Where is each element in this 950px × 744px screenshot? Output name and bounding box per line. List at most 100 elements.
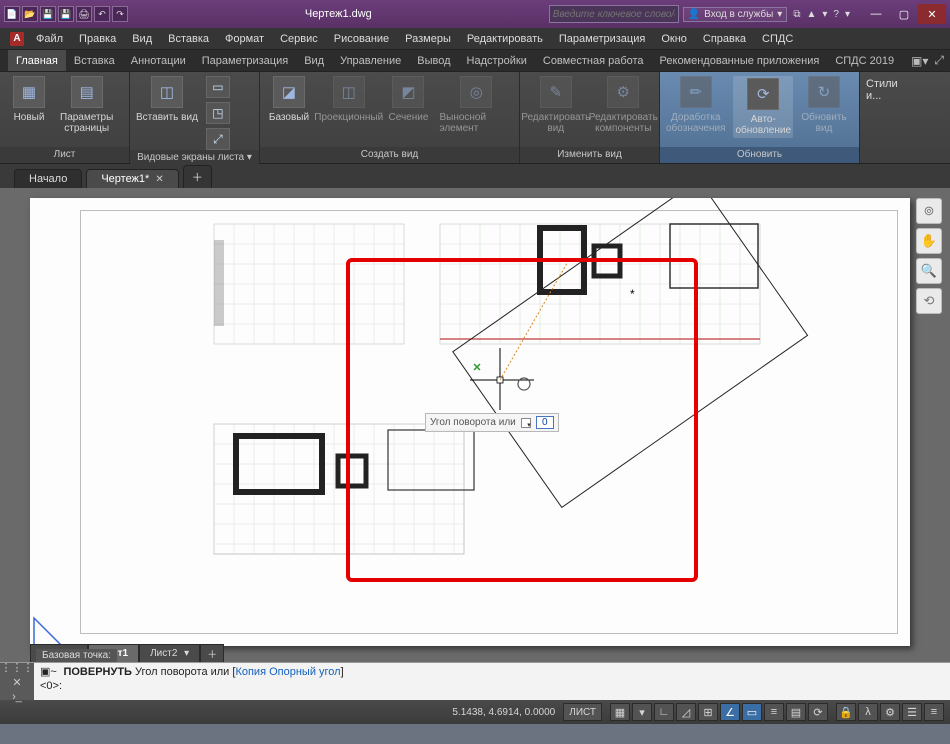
annoscale-icon[interactable]: λ bbox=[858, 703, 878, 721]
vp-tool-icon[interactable]: ⤢ bbox=[206, 128, 230, 150]
menu-insert[interactable]: Вставка bbox=[160, 28, 217, 49]
menu-view[interactable]: Вид bbox=[124, 28, 160, 49]
polar-toggle-icon[interactable]: ◿ bbox=[676, 703, 696, 721]
auto-update-button[interactable]: ⟳Авто- обновление bbox=[733, 76, 793, 138]
detail-view-button[interactable]: ◎Выносной элемент bbox=[439, 76, 513, 134]
cmd-option-reference[interactable]: Опорный угол bbox=[269, 666, 341, 678]
nav-orbit-icon[interactable]: ⟲ bbox=[916, 288, 942, 314]
command-line[interactable]: Базовая точка: ⋮⋮⋮✕›_ ▣~ ПОВЕРНУТЬ Угол … bbox=[0, 662, 950, 700]
close-button[interactable]: ✕ bbox=[918, 4, 946, 24]
ribbon-tab[interactable]: Рекомендованные приложения bbox=[652, 50, 828, 71]
help-icon[interactable]: ? bbox=[833, 9, 839, 20]
panel-title: Обновить bbox=[660, 147, 859, 163]
ribbon-tab[interactable]: Надстройки bbox=[459, 50, 535, 71]
new-layout-button[interactable]: ▦Новый bbox=[6, 76, 52, 123]
ribbon-tab[interactable]: Совместная работа bbox=[535, 50, 652, 71]
ribbon-tab[interactable]: Вывод bbox=[409, 50, 458, 71]
menu-spds[interactable]: СПДС bbox=[754, 28, 801, 49]
close-icon[interactable]: ✕ bbox=[12, 676, 21, 689]
sign-in-button[interactable]: 👤 Вход в службы ▾ bbox=[683, 7, 788, 22]
ws-switch-icon[interactable]: ⚙ bbox=[880, 703, 900, 721]
snap-toggle-icon[interactable]: ▾ bbox=[632, 703, 652, 721]
vp-tool-icon[interactable]: ▭ bbox=[206, 76, 230, 98]
ribbon-tab[interactable]: Аннотации bbox=[123, 50, 194, 71]
page-setup-button[interactable]: ▤Параметры страницы bbox=[60, 76, 113, 134]
dyn-input-toggle-icon[interactable]: ▭ bbox=[742, 703, 762, 721]
nav-zoom-icon[interactable]: 🔍 bbox=[916, 258, 942, 284]
qat-undo-icon[interactable]: ↶ bbox=[94, 6, 110, 22]
menu-dimension[interactable]: Размеры bbox=[397, 28, 459, 49]
doc-tab-drawing[interactable]: Чертеж1*✕ bbox=[86, 169, 178, 188]
exchange-icon[interactable]: ⧉ bbox=[793, 9, 800, 20]
ribbon-tab[interactable]: Главная bbox=[8, 50, 66, 71]
scale-icon[interactable]: 🔒 bbox=[836, 703, 856, 721]
qat-plot-icon[interactable]: 🖨 bbox=[76, 6, 92, 22]
menu-file[interactable]: Файл bbox=[28, 28, 71, 49]
chevron-down-icon[interactable]: ▾ bbox=[822, 9, 827, 20]
menu-help[interactable]: Справка bbox=[695, 28, 754, 49]
command-content[interactable]: ▣~ ПОВЕРНУТЬ Угол поворота или [Копия Оп… bbox=[34, 663, 950, 700]
menu-tools[interactable]: Сервис bbox=[272, 28, 326, 49]
ribbon-tab[interactable]: Вставка bbox=[66, 50, 123, 71]
layout-tab-sheet2[interactable]: Лист2 ▾ bbox=[139, 644, 200, 662]
minimize-button[interactable]: — bbox=[862, 4, 890, 24]
section-view-button[interactable]: ◩Сечение bbox=[385, 76, 431, 123]
qat-redo-icon[interactable]: ↷ bbox=[112, 6, 128, 22]
edit-view-button[interactable]: ✎Редактировать вид bbox=[526, 76, 586, 134]
autodesk-icon[interactable]: ▲ bbox=[806, 9, 816, 20]
space-toggle[interactable]: ЛИСТ bbox=[563, 703, 602, 721]
ribbon-tab[interactable]: Параметризация bbox=[194, 50, 296, 71]
command-handle[interactable]: ⋮⋮⋮✕›_ bbox=[0, 663, 34, 700]
qat-open-icon[interactable]: 📂 bbox=[22, 6, 38, 22]
cycle-toggle-icon[interactable]: ⟳ bbox=[808, 703, 828, 721]
app-icon[interactable]: A bbox=[6, 28, 28, 49]
projected-view-button[interactable]: ◫Проекционный bbox=[320, 76, 377, 123]
insert-view-button[interactable]: ◫Вставить вид bbox=[136, 76, 198, 123]
osnap-toggle-icon[interactable]: ⊞ bbox=[698, 703, 718, 721]
nav-pan-icon[interactable]: ✋ bbox=[916, 228, 942, 254]
dynamic-input[interactable]: Угол поворота или 0 bbox=[425, 413, 559, 432]
ortho-toggle-icon[interactable]: ∟ bbox=[654, 703, 674, 721]
symbol-sketch-button[interactable]: ✏Доработка обозначения bbox=[666, 76, 725, 134]
vp-tool-icon[interactable]: ◳ bbox=[206, 102, 230, 124]
otrack-toggle-icon[interactable]: ∠ bbox=[720, 703, 740, 721]
update-view-button[interactable]: ↻Обновить вид bbox=[801, 76, 847, 134]
panel-styles[interactable]: Стили и... bbox=[860, 72, 920, 163]
maximize-button[interactable]: ▢ bbox=[890, 4, 918, 24]
ribbon-tab[interactable]: Управление bbox=[332, 50, 409, 71]
base-view-button[interactable]: ◪Базовый bbox=[266, 76, 312, 123]
ribbon-collapse-icon[interactable]: ⤢ bbox=[934, 53, 944, 68]
chevron-down-icon[interactable]: ▾ bbox=[845, 9, 850, 20]
qat-save-icon[interactable]: 💾 bbox=[40, 6, 56, 22]
cmd-option-copy[interactable]: Копия bbox=[235, 666, 266, 678]
user-icon: 👤 bbox=[688, 9, 700, 20]
customize-icon[interactable]: ≡ bbox=[924, 703, 944, 721]
search-input[interactable] bbox=[549, 5, 679, 23]
nav-wheel-icon[interactable]: ⊚ bbox=[916, 198, 942, 224]
edit-components-button[interactable]: ⚙Редактировать компоненты bbox=[594, 76, 654, 134]
ribbon-tab[interactable]: Вид bbox=[296, 50, 332, 71]
panel-viewports: ◫Вставить вид ▭ ◳ ⤢ Видовые экраны листа… bbox=[130, 72, 260, 163]
menu-modify[interactable]: Редактировать bbox=[459, 28, 551, 49]
menu-format[interactable]: Формат bbox=[217, 28, 272, 49]
grid-toggle-icon[interactable]: ▦ bbox=[610, 703, 630, 721]
ribbon-extra-icon[interactable]: ▣▾ bbox=[911, 54, 928, 68]
menu-window[interactable]: Окно bbox=[653, 28, 695, 49]
ribbon-tab[interactable]: СПДС 2019 bbox=[827, 50, 902, 71]
close-tab-icon[interactable]: ✕ bbox=[155, 174, 163, 185]
menu-draw[interactable]: Рисование bbox=[326, 28, 397, 49]
qat-saveas-icon[interactable]: 💾 bbox=[58, 6, 74, 22]
new-layout-tab-button[interactable]: ＋ bbox=[200, 644, 224, 662]
qat-new-icon[interactable]: 📄 bbox=[4, 6, 20, 22]
panel-title[interactable]: Видовые экраны листа ▾ bbox=[130, 150, 259, 166]
doc-tab-start[interactable]: Начало bbox=[14, 169, 82, 188]
menu-parametric[interactable]: Параметризация bbox=[551, 28, 653, 49]
new-doc-tab-button[interactable]: ＋ bbox=[183, 165, 212, 188]
lineweight-toggle-icon[interactable]: ≡ bbox=[764, 703, 784, 721]
transparency-toggle-icon[interactable]: ▤ bbox=[786, 703, 806, 721]
dynamic-value[interactable]: 0 bbox=[536, 416, 554, 429]
dynamic-options-icon[interactable] bbox=[521, 418, 531, 428]
paper-sheet[interactable]: * Угол поворота или bbox=[30, 198, 910, 646]
iso-icon[interactable]: ☰ bbox=[902, 703, 922, 721]
menu-edit[interactable]: Правка bbox=[71, 28, 124, 49]
